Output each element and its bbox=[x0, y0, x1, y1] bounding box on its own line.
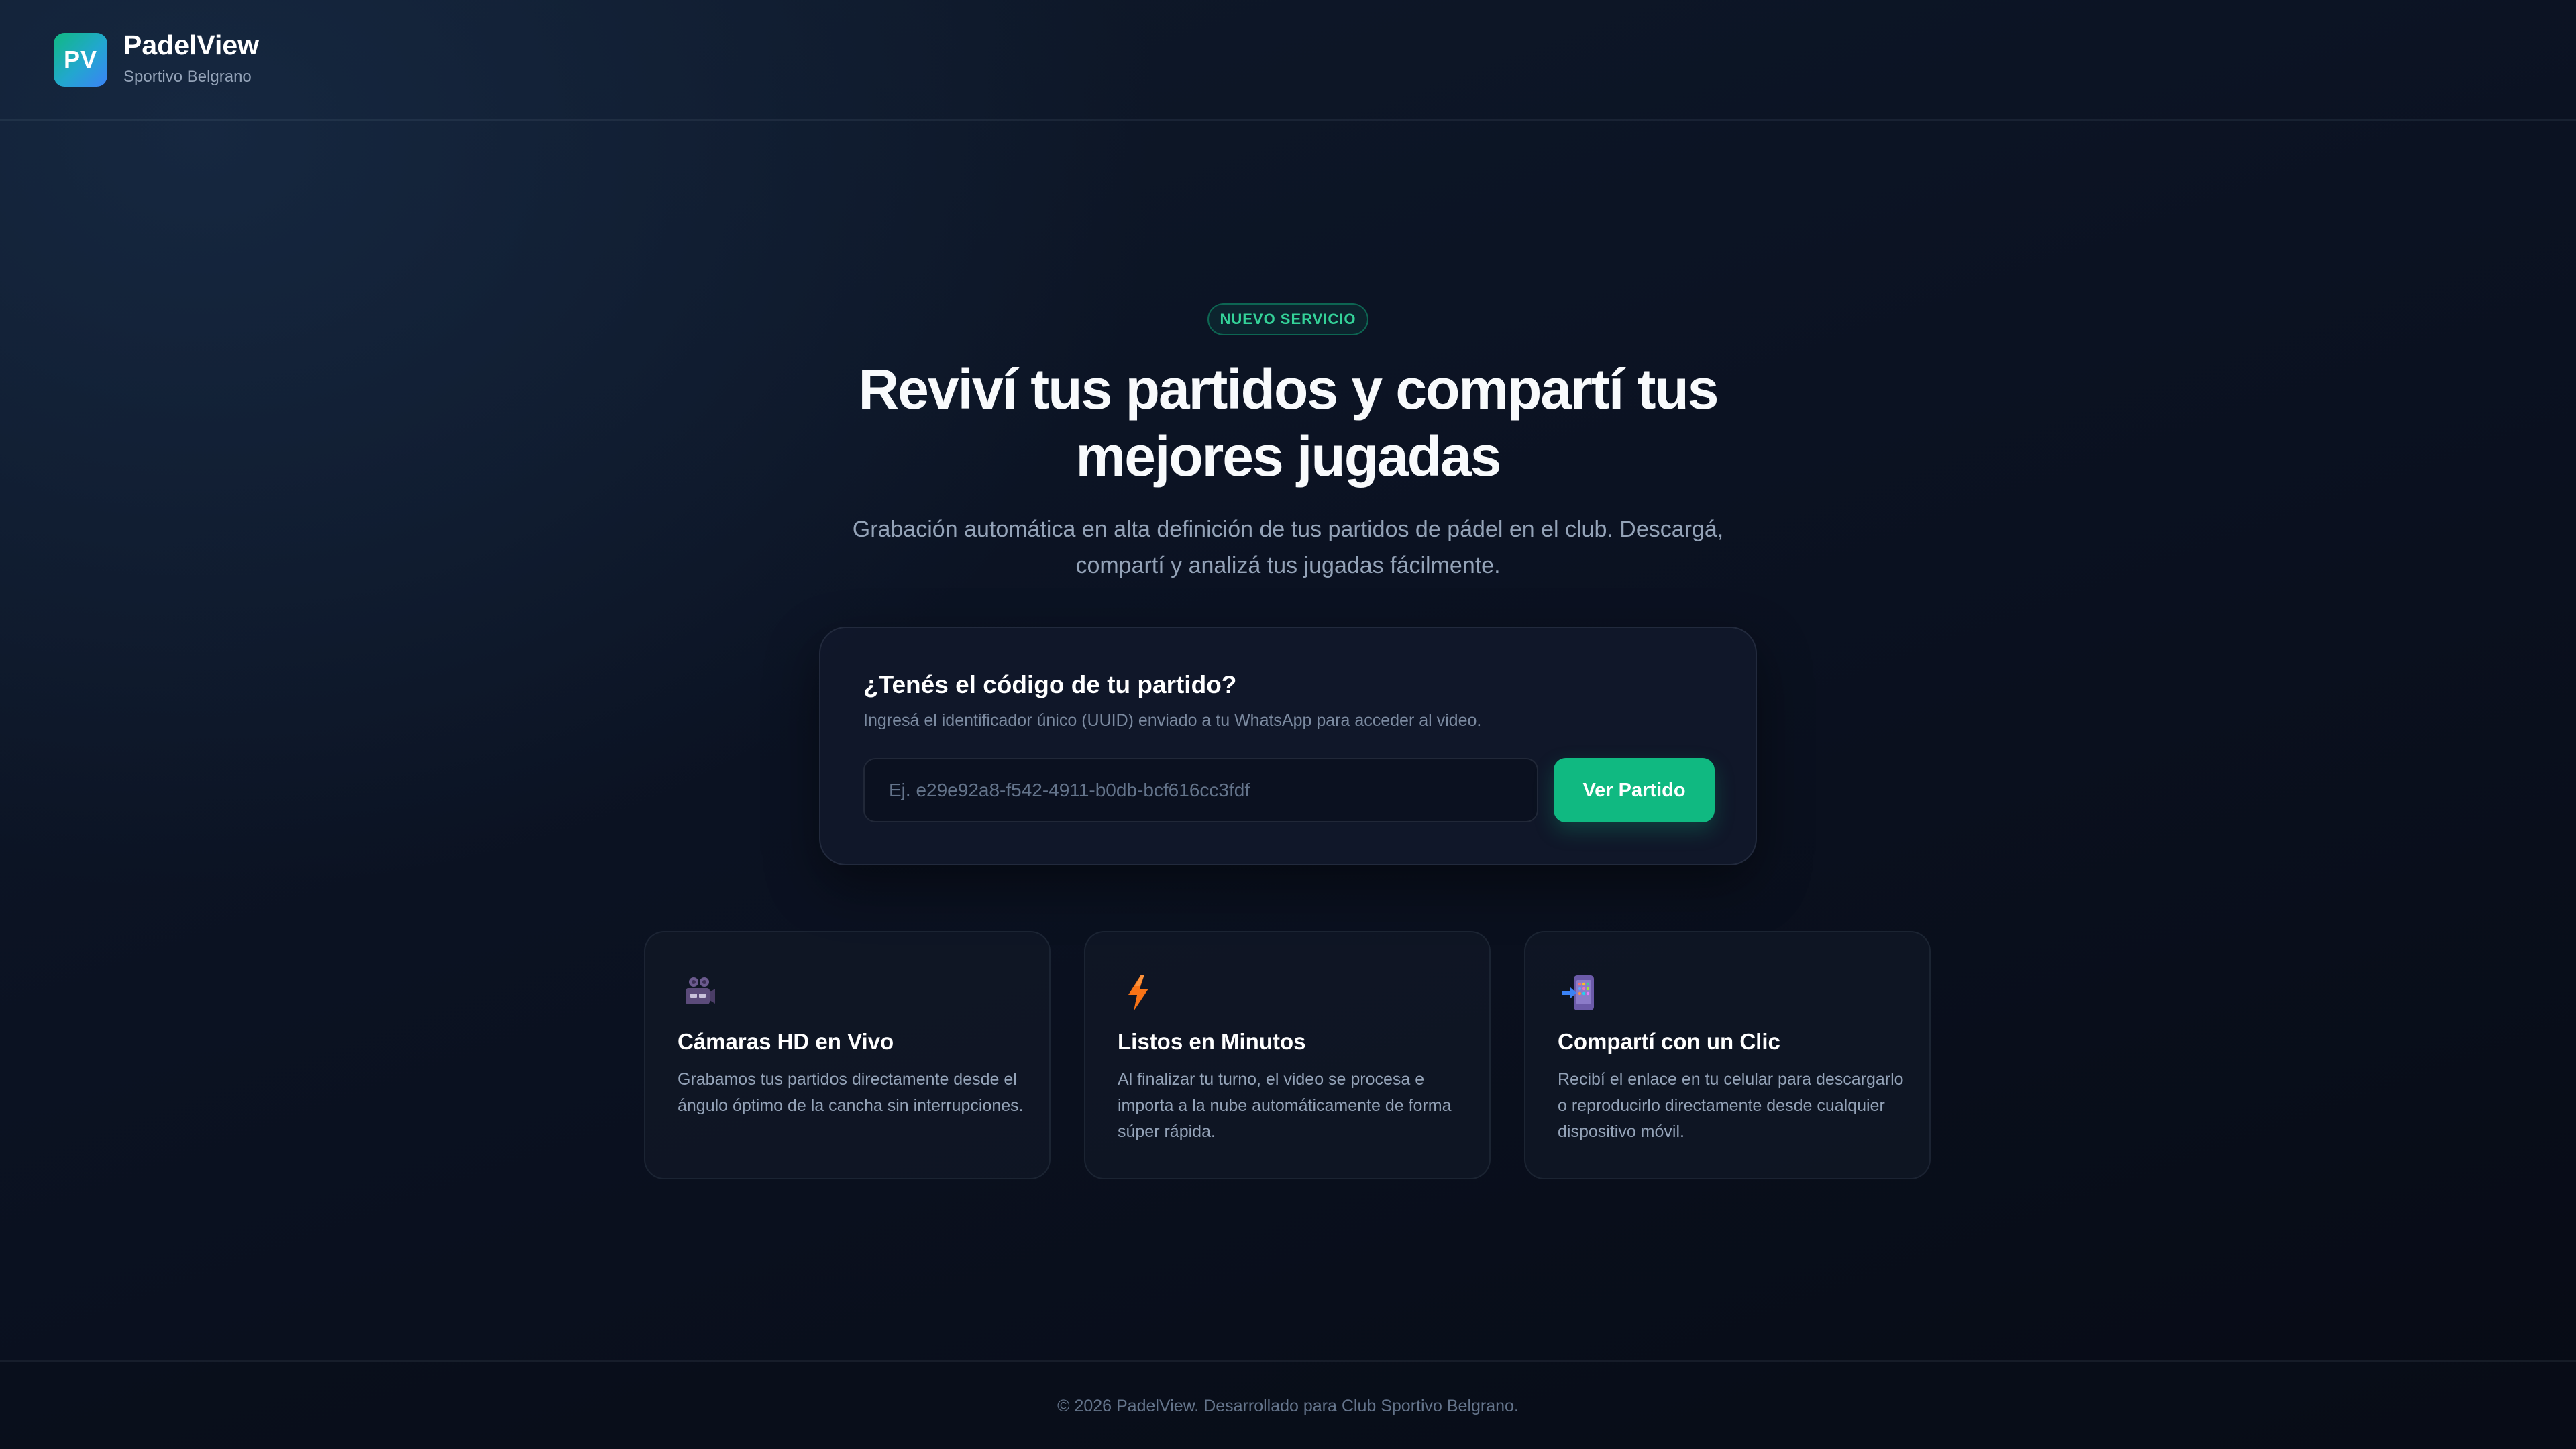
club-name: Sportivo Belgrano bbox=[123, 68, 252, 86]
hero-subtitle: Grabación automática en alta definición … bbox=[852, 517, 1724, 578]
site-footer: © 2026 PadelView. Desarrollado para Club… bbox=[0, 1360, 2576, 1449]
view-match-button[interactable]: Ver Partido bbox=[1554, 758, 1715, 822]
mobile-phone-arrow-icon bbox=[1562, 975, 1594, 1010]
feature-card-share: Compartí con un Clic Recibí el enlace en… bbox=[1524, 931, 1931, 1179]
new-service-badge: NUEVO SERVICIO bbox=[1208, 303, 1368, 335]
hero-title: Reviví tus partidos y compartí tus mejor… bbox=[858, 358, 1719, 488]
feature-card-hd-cameras: Cámaras HD en Vivo Grabamos tus partidos… bbox=[644, 931, 1051, 1179]
code-card-help: Ingresá el identificador único (UUID) en… bbox=[863, 711, 1482, 730]
logo-badge[interactable]: PV bbox=[54, 33, 107, 87]
footer-copyright: © 2026 PadelView. Desarrollado para Club… bbox=[1057, 1397, 1519, 1415]
site-header: PV PadelView Sportivo Belgrano bbox=[0, 0, 2576, 121]
feature-title: Listos en Minutos bbox=[1118, 1029, 1306, 1054]
feature-description: Grabamos tus partidos directamente desde… bbox=[678, 1070, 1024, 1115]
brand-name[interactable]: PadelView bbox=[123, 30, 259, 61]
feature-title: Compartí con un Clic bbox=[1558, 1029, 1780, 1054]
lightning-icon bbox=[1128, 975, 1148, 1011]
feature-title: Cámaras HD en Vivo bbox=[678, 1029, 894, 1054]
feature-description: Al finalizar tu turno, el video se proce… bbox=[1118, 1070, 1452, 1141]
video-camera-icon bbox=[686, 977, 715, 1004]
match-code-input[interactable] bbox=[863, 758, 1538, 822]
code-card-title: ¿Tenés el código de tu partido? bbox=[863, 671, 1237, 698]
feature-card-ready-fast: Listos en Minutos Al finalizar tu turno,… bbox=[1084, 931, 1491, 1179]
match-code-card: ¿Tenés el código de tu partido? Ingresá … bbox=[819, 627, 1757, 865]
logo-text: PV bbox=[63, 46, 98, 73]
feature-description: Recibí el enlace en tu celular para desc… bbox=[1558, 1070, 1904, 1141]
